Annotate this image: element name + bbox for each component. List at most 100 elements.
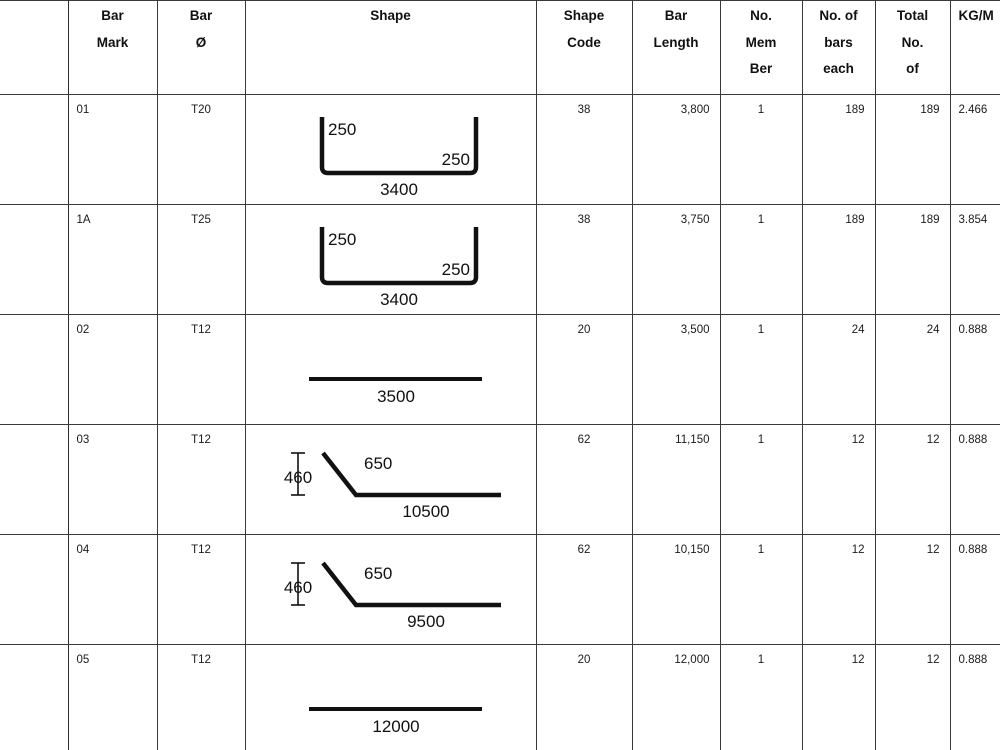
cell-index[interactable] (0, 314, 69, 425)
cell-bar-mark[interactable]: 1A (68, 204, 158, 315)
cell-kg-per-m-value: 0.888 (958, 654, 988, 666)
cell-total-no[interactable]: 189 (875, 94, 951, 205)
cell-shape-diagram[interactable]: 460 650 9500 (245, 534, 537, 645)
cell-shape-diagram[interactable]: 250 250 3400 (245, 204, 537, 315)
cell-bars-each-value: 12 (851, 434, 865, 446)
svg-text:10500: 10500 (402, 502, 449, 521)
cell-total-no[interactable]: 189 (875, 204, 951, 315)
cell-index[interactable] (0, 534, 69, 645)
table-row[interactable]: 01 T20 250 250 3400 38 3,800 1 189 189 2.466 (0, 94, 1000, 205)
cell-no-member[interactable]: 1 (720, 644, 803, 750)
cell-bars-each[interactable]: 189 (802, 94, 876, 205)
cell-kg-per-m[interactable]: 2.466 (950, 94, 1000, 205)
shape-diagram-straight: 12000 (246, 645, 537, 750)
table-header-row: Bar Mark Bar Ø Shape Shape Code Bar Leng… (0, 0, 1000, 95)
cell-bars-each[interactable]: 12 (802, 644, 876, 750)
cell-kg-per-m[interactable]: 0.888 (950, 534, 1000, 645)
header-bars-each-line2: bars (824, 34, 853, 50)
shape-diagram-cranked: 460 650 10500 (246, 425, 537, 534)
header-bar-mark-line1: Bar (101, 8, 124, 23)
shape-diagram-u-bar: 250 250 3400 (246, 205, 537, 314)
cell-bar-mark-value: 02 (76, 324, 90, 336)
cell-no-member[interactable]: 1 (720, 204, 803, 315)
header-total-no: Total No. of (875, 0, 951, 95)
cell-shape-diagram[interactable]: 250 250 3400 (245, 94, 537, 205)
cell-bar-length[interactable]: 10,150 (632, 534, 721, 645)
table-row[interactable]: 1A T25 250 250 3400 38 3,750 1 189 189 3.854 (0, 204, 1000, 315)
cell-bars-each[interactable]: 12 (802, 534, 876, 645)
cell-bar-length[interactable]: 12,000 (632, 644, 721, 750)
cell-total-no[interactable]: 12 (875, 534, 951, 645)
cell-bars-each[interactable]: 12 (802, 424, 876, 535)
cell-no-member[interactable]: 1 (720, 424, 803, 535)
cell-bar-diameter[interactable]: T12 (157, 314, 246, 425)
cell-shape-diagram[interactable]: 12000 (245, 644, 537, 750)
table-row[interactable]: 05 T12 12000 20 12,000 1 12 12 0.888 (0, 644, 1000, 750)
cell-total-no[interactable]: 24 (875, 314, 951, 425)
cell-bar-mark-value: 1A (76, 214, 91, 226)
cell-bar-diameter-value: T12 (191, 654, 211, 666)
cell-index[interactable] (0, 204, 69, 315)
cell-bar-diameter[interactable]: T12 (157, 534, 246, 645)
cell-shape-diagram[interactable]: 3500 (245, 314, 537, 425)
cell-bar-length[interactable]: 3,500 (632, 314, 721, 425)
cell-index[interactable] (0, 94, 69, 205)
cell-shape-code[interactable]: 20 (536, 314, 633, 425)
cell-kg-per-m[interactable]: 0.888 (950, 424, 1000, 535)
cell-bar-mark[interactable]: 03 (68, 424, 158, 535)
cell-shape-code[interactable]: 62 (536, 424, 633, 535)
cell-bar-mark[interactable]: 04 (68, 534, 158, 645)
cell-bars-each[interactable]: 189 (802, 204, 876, 315)
cell-shape-code[interactable]: 38 (536, 94, 633, 205)
cell-index-value (0, 95, 68, 105)
header-bar-mark: Bar Mark (68, 0, 158, 95)
cell-index[interactable] (0, 424, 69, 535)
svg-text:250: 250 (328, 230, 356, 249)
cell-bar-length[interactable]: 3,750 (632, 204, 721, 315)
svg-text:9500: 9500 (407, 612, 445, 631)
cell-bar-length-value: 3,800 (680, 104, 710, 116)
svg-text:650: 650 (364, 454, 392, 473)
cell-no-member-value: 1 (757, 214, 765, 226)
cell-index-value (0, 425, 68, 435)
cell-no-member[interactable]: 1 (720, 94, 803, 205)
cell-bar-diameter[interactable]: T12 (157, 644, 246, 750)
cell-kg-per-m[interactable]: 0.888 (950, 644, 1000, 750)
cell-bars-each-value: 12 (851, 544, 865, 556)
cell-bar-diameter[interactable]: T20 (157, 94, 246, 205)
cell-bars-each[interactable]: 24 (802, 314, 876, 425)
svg-text:12000: 12000 (372, 717, 419, 736)
cell-kg-per-m-value: 0.888 (958, 544, 988, 556)
cell-shape-diagram[interactable]: 460 650 10500 (245, 424, 537, 535)
header-bar-diameter: Bar Ø (157, 0, 246, 95)
header-bar-length: Bar Length (632, 0, 721, 95)
cell-bar-length[interactable]: 11,150 (632, 424, 721, 535)
cell-index[interactable] (0, 644, 69, 750)
header-total-no-line3: of (906, 61, 919, 76)
cell-total-no[interactable]: 12 (875, 644, 951, 750)
cell-bar-mark[interactable]: 05 (68, 644, 158, 750)
cell-bar-mark[interactable]: 01 (68, 94, 158, 205)
table-row[interactable]: 02 T12 3500 20 3,500 1 24 24 0.888 (0, 314, 1000, 425)
cell-shape-code[interactable]: 20 (536, 644, 633, 750)
cell-no-member-value: 1 (757, 434, 765, 446)
cell-shape-code[interactable]: 38 (536, 204, 633, 315)
cell-total-no[interactable]: 12 (875, 424, 951, 535)
cell-bar-length[interactable]: 3,800 (632, 94, 721, 205)
cell-kg-per-m[interactable]: 0.888 (950, 314, 1000, 425)
svg-text:3400: 3400 (380, 290, 418, 309)
cell-no-member[interactable]: 1 (720, 534, 803, 645)
cell-bar-diameter[interactable]: T25 (157, 204, 246, 315)
header-shape-code-line2: Code (567, 34, 601, 50)
cell-shape-code[interactable]: 62 (536, 534, 633, 645)
table-row[interactable]: 04 T12 460 650 9500 62 10,150 1 12 12 0.888 (0, 534, 1000, 645)
header-total-no-line2: No. (901, 34, 924, 50)
svg-text:650: 650 (364, 564, 392, 583)
table-row[interactable]: 03 T12 460 650 10500 62 11,150 1 12 12 0.888 (0, 424, 1000, 535)
cell-no-member[interactable]: 1 (720, 314, 803, 425)
cell-bar-mark[interactable]: 02 (68, 314, 158, 425)
cell-bar-diameter-value: T25 (191, 214, 211, 226)
cell-bar-diameter[interactable]: T12 (157, 424, 246, 535)
cell-kg-per-m[interactable]: 3.854 (950, 204, 1000, 315)
header-total-no-line1: Total (896, 8, 929, 23)
